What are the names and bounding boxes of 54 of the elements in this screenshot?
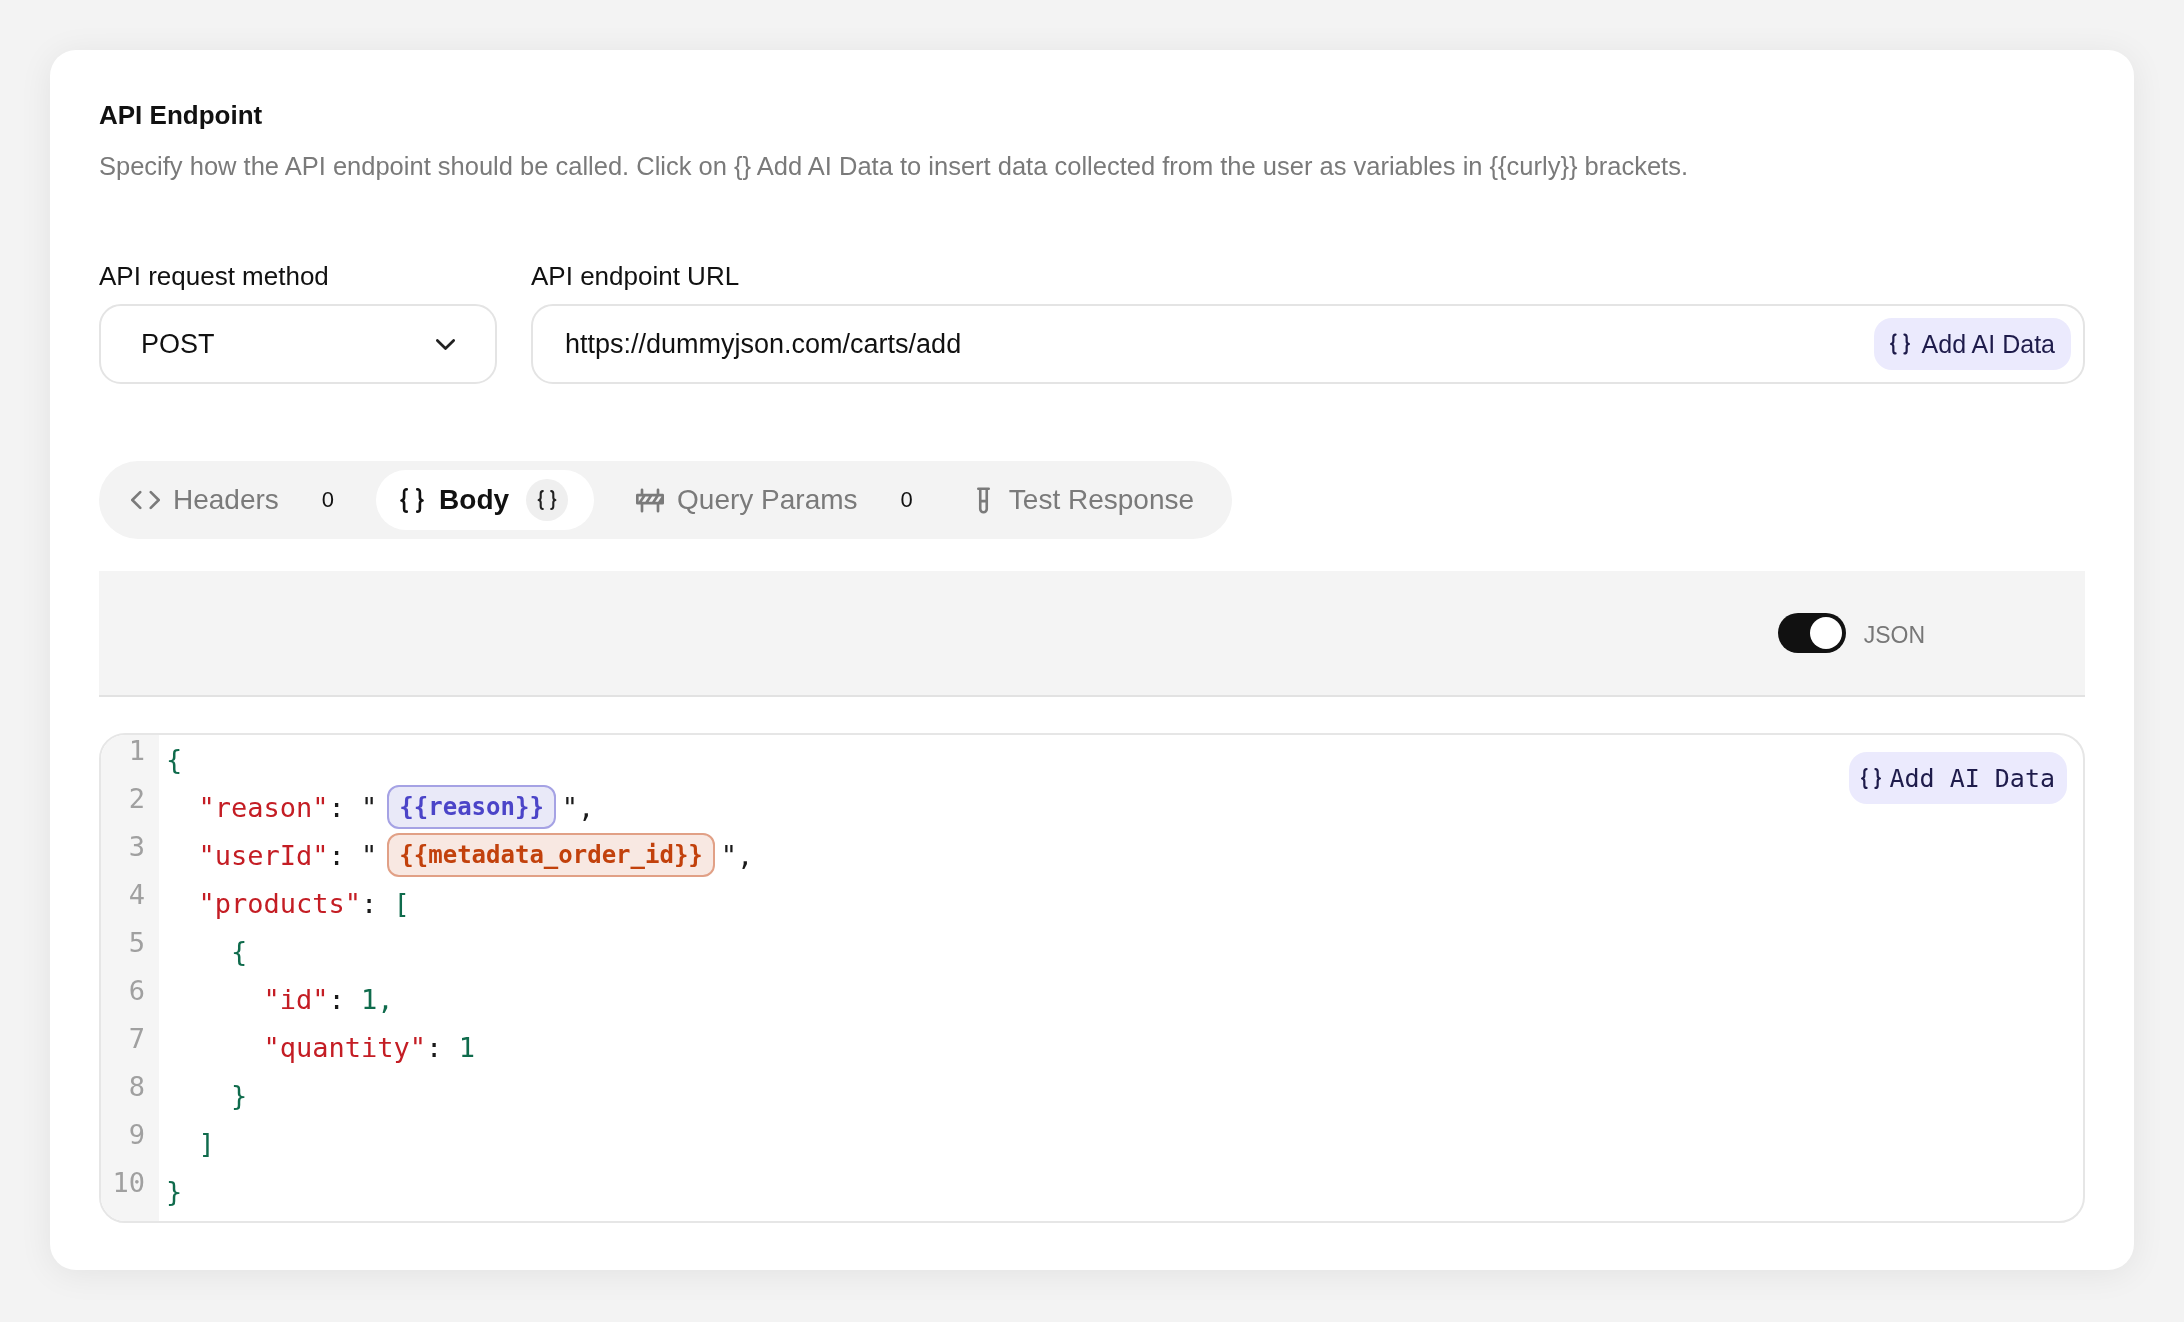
json-punctuation: ",	[561, 791, 595, 823]
json-key: "products"	[198, 887, 362, 919]
line-number: 3	[127, 831, 146, 864]
add-ai-data-button[interactable]: Add AI Data	[1849, 752, 2067, 804]
line-number: 10	[111, 1167, 146, 1200]
barrier-icon	[636, 487, 665, 513]
section-title: API Endpoint	[99, 100, 263, 130]
section-description: Specify how the API endpoint should be called. Click on {} Add AI Data to insert data collected from the user as variables in {{curly}} brackets.	[99, 151, 1689, 182]
braces-icon	[1861, 765, 1882, 791]
braces-icon	[1889, 332, 1910, 356]
json-punctuation: : "	[328, 839, 378, 871]
line-number: 4	[127, 879, 146, 912]
format-toggle[interactable]	[1777, 613, 1846, 653]
json-bracket: {	[166, 743, 183, 775]
json-key: "id"	[263, 983, 329, 1015]
json-punctuation: :	[426, 1031, 444, 1063]
braces-icon	[398, 487, 427, 513]
json-key: "quantity"	[263, 1031, 427, 1063]
line-number: 9	[127, 1119, 146, 1152]
json-punctuation: : "	[328, 791, 378, 823]
json-key: "reason"	[198, 791, 329, 823]
json-bracket: {	[231, 935, 248, 967]
json-bracket: }	[166, 1175, 183, 1207]
toggle-label: JSON	[1863, 621, 1925, 649]
code-editor[interactable]: 1 2 3 4 5 6 7 8 9 10 { "reason": " {{reason}} ", "userId": " {{metadata_order_id}} ", "products": [ { "id": 1, "quantity": 1 } ] } Add AI Data	[99, 733, 2085, 1223]
line-number: 8	[127, 1071, 146, 1104]
json-bracket: }	[231, 1079, 248, 1111]
method-dropdown[interactable]: POST	[99, 304, 497, 384]
add-ai-data-button[interactable]: Add AI Data	[1873, 318, 2071, 370]
json-punctuation: ",	[720, 839, 754, 871]
test-tube-icon	[976, 486, 990, 514]
tab[interactable]: Headers 0	[109, 470, 357, 530]
line-number: 5	[127, 927, 146, 960]
line-number: 6	[127, 975, 146, 1008]
json-number: 1	[458, 1031, 475, 1063]
json-punctuation: :	[328, 983, 346, 1015]
field-label: API request method	[99, 260, 329, 292]
code-icon	[131, 490, 160, 510]
braces-icon	[526, 479, 569, 521]
json-punctuation: :	[361, 887, 379, 919]
field-label: API endpoint URL	[531, 260, 740, 292]
json-key: "userId"	[198, 839, 329, 871]
json-bracket: ]	[198, 1127, 215, 1159]
tab[interactable]: Body	[376, 470, 595, 530]
line-number: 7	[127, 1023, 146, 1056]
line-number: 2	[127, 783, 146, 816]
line-number: 1	[127, 735, 146, 768]
tab[interactable]: Test Response	[954, 470, 1217, 530]
json-number: 1,	[361, 983, 394, 1015]
variable-tag: {{metadata_order_id}}	[387, 833, 715, 877]
tab[interactable]: Query Params 0	[614, 470, 935, 530]
chevron-down-icon	[436, 338, 455, 350]
variable-tag: {{reason}}	[387, 785, 556, 829]
json-bracket: [	[393, 887, 410, 919]
